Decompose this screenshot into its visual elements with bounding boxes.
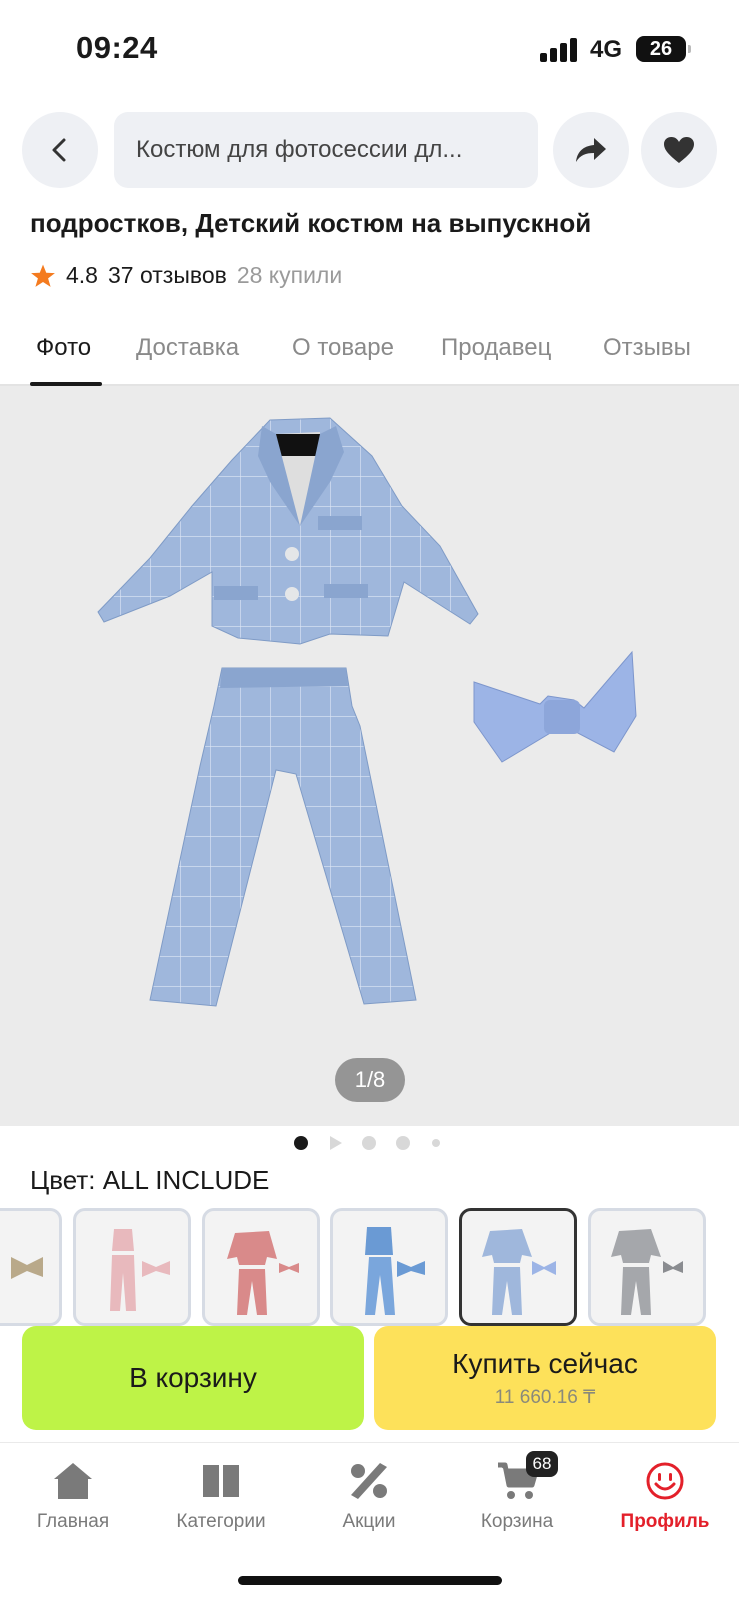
blue-plaid-suit-thumb-image — [482, 1229, 556, 1315]
variant-thumb[interactable] — [202, 1208, 320, 1326]
battery-level: 26 — [649, 37, 673, 60]
nav-categories[interactable]: Категории — [156, 1461, 286, 1533]
dot-active — [294, 1136, 308, 1150]
favorite-button[interactable] — [641, 112, 717, 188]
nav-promotions-label: Акции — [342, 1511, 396, 1532]
nav-profile-label: Профиль — [620, 1511, 710, 1532]
bowtie-thumb-image — [11, 1257, 43, 1279]
cart-badge: 68 — [526, 1451, 558, 1477]
book-icon — [203, 1465, 239, 1497]
profile-icon — [646, 1462, 684, 1500]
variant-thumb[interactable] — [588, 1208, 706, 1326]
section-tabs: Фото Доставка О товаре Продавец Отзывы — [0, 320, 739, 386]
variant-thumb[interactable] — [73, 1208, 191, 1326]
product-title: подростков, Детский костюм на выпускной — [30, 208, 592, 238]
buy-now-button[interactable]: Купить сейчас 11 660.16 ₸ — [374, 1326, 716, 1430]
product-photo[interactable]: 1/8 — [0, 386, 739, 1126]
search-field[interactable]: Костюм для фотосессии дл... — [114, 112, 538, 188]
reviews-link[interactable]: 37 отзывов — [108, 262, 227, 289]
photo-counter: 1/8 — [335, 1058, 405, 1102]
variant-thumb[interactable] — [330, 1208, 448, 1326]
gallery-dots — [0, 1132, 739, 1152]
home-icon — [54, 1463, 92, 1499]
dot — [432, 1139, 440, 1147]
coral-suit-thumb-image — [227, 1231, 299, 1315]
suit-image — [97, 417, 637, 1007]
tab-delivery[interactable]: Доставка — [136, 334, 239, 362]
buy-now-price: 11 660.16 ₸ — [494, 1386, 596, 1408]
rating-row: 4.8 37 отзывов 28 купили — [30, 262, 342, 289]
share-button[interactable] — [553, 112, 629, 188]
dot — [396, 1136, 410, 1150]
status-bar: 09:24 4G 26 — [0, 0, 739, 100]
color-label: Цвет: ALL INCLUDE — [30, 1165, 270, 1195]
blue-vest-thumb-image — [365, 1227, 425, 1315]
video-play-icon — [330, 1136, 342, 1150]
search-text: Костюм для фотосессии дл... — [136, 136, 463, 163]
purchased-count: 28 купили — [236, 262, 343, 288]
nav-promotions[interactable]: Акции — [304, 1461, 434, 1533]
chevron-left-icon — [52, 138, 66, 162]
variant-thumb-selected[interactable] — [459, 1208, 577, 1326]
signal-icon — [540, 38, 578, 62]
tab-about[interactable]: О товаре — [292, 334, 394, 362]
battery-icon: 26 — [636, 36, 691, 62]
gray-suit-thumb-image — [611, 1229, 683, 1315]
home-indicator — [238, 1576, 502, 1585]
tab-reviews[interactable]: Отзывы — [603, 334, 691, 362]
tab-photo[interactable]: Фото — [36, 334, 91, 362]
nav-home[interactable]: Главная — [8, 1461, 138, 1533]
buy-now-label: Купить сейчас — [452, 1347, 638, 1379]
pink-suit-thumb-image — [110, 1229, 170, 1311]
star-icon — [31, 264, 55, 287]
dot — [362, 1136, 376, 1150]
share-icon — [576, 138, 606, 162]
nav-cart-label: Корзина — [480, 1511, 554, 1532]
network-label: 4G — [590, 36, 623, 63]
status-time: 09:24 — [76, 30, 158, 65]
rating-value: 4.8 — [66, 262, 98, 288]
nav-home-label: Главная — [36, 1511, 110, 1532]
tab-seller[interactable]: Продавец — [441, 334, 551, 362]
heart-icon — [664, 137, 694, 163]
add-to-cart-button[interactable]: В корзину — [22, 1326, 364, 1430]
nav-profile[interactable]: Профиль — [600, 1461, 730, 1533]
nav-categories-label: Категории — [176, 1511, 266, 1532]
percent-icon — [351, 1463, 387, 1499]
back-button[interactable] — [22, 112, 98, 188]
nav-cart[interactable]: 68 Корзина — [452, 1451, 582, 1533]
add-to-cart-label: В корзину — [129, 1362, 257, 1393]
color-variants — [0, 1208, 739, 1328]
variant-thumb[interactable] — [0, 1208, 62, 1326]
